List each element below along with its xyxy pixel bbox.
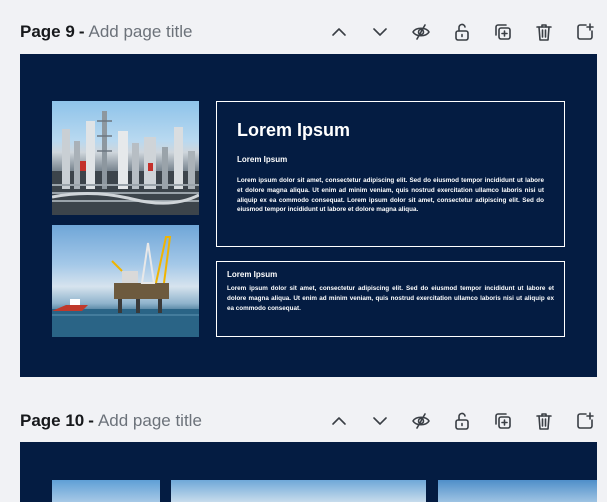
unlock-icon [454, 412, 469, 430]
page-9-number: Page 9 [20, 22, 75, 41]
duplicate-page-button[interactable] [482, 399, 523, 443]
move-page-down-button[interactable] [359, 399, 400, 443]
refinery-illustration [52, 111, 199, 215]
main-heading[interactable]: Lorem Ipsum [237, 120, 544, 141]
hide-page-button[interactable] [400, 399, 441, 443]
eye-hide-icon [411, 24, 430, 40]
delete-page-button[interactable] [523, 399, 564, 443]
chevron-up-icon [331, 28, 346, 36]
page-10-dash: - [88, 411, 94, 430]
page-9-dash: - [78, 22, 85, 41]
add-page-button[interactable] [564, 399, 605, 443]
delete-page-button[interactable] [523, 10, 564, 54]
page-10-photo-2[interactable] [171, 480, 426, 502]
chevron-up-icon [331, 417, 346, 425]
page-10-number: Page 10 [20, 411, 85, 430]
page-10-slide[interactable] [20, 442, 597, 502]
page-10-photo-3[interactable] [438, 480, 597, 502]
move-page-up-button[interactable] [318, 399, 359, 443]
main-text-box[interactable]: Lorem Ipsum Lorem Ipsum Lorem ipsum dolo… [216, 101, 565, 247]
hide-page-button[interactable] [400, 10, 441, 54]
eye-hide-icon [411, 413, 430, 429]
offshore-platform-illustration [52, 236, 199, 337]
main-subheading[interactable]: Lorem Ipsum [237, 155, 544, 164]
page-9-header: Page 9 - Add page title [0, 10, 607, 54]
page-9-title-input[interactable]: Add page title [88, 22, 192, 42]
page-9-title-row: Page 9 - Add page title [20, 22, 192, 42]
secondary-text-box[interactable]: Lorem Ipsum Lorem ipsum dolor sit amet, … [216, 261, 565, 337]
trash-icon [535, 413, 552, 430]
page-10-photo-1[interactable] [52, 480, 160, 502]
duplicate-icon [494, 413, 511, 429]
secondary-subheading[interactable]: Lorem Ipsum [227, 270, 554, 279]
move-page-up-button[interactable] [318, 10, 359, 54]
move-page-down-button[interactable] [359, 10, 400, 54]
unlock-icon [454, 23, 469, 41]
chevron-down-icon [372, 417, 387, 425]
add-page-icon [576, 23, 594, 40]
trash-icon [535, 24, 552, 41]
page-10-title-row: Page 10 - Add page title [20, 411, 202, 431]
page-9-slide[interactable]: Lorem Ipsum Lorem Ipsum Lorem ipsum dolo… [20, 54, 597, 377]
add-page-button[interactable] [564, 10, 605, 54]
secondary-body-text[interactable]: Lorem ipsum dolor sit amet, consectetur … [227, 284, 554, 313]
chevron-down-icon [372, 28, 387, 36]
add-page-icon [576, 412, 594, 429]
refinery-photo[interactable] [52, 101, 199, 215]
lock-page-button[interactable] [441, 399, 482, 443]
page-9-toolbar [318, 10, 605, 54]
lock-page-button[interactable] [441, 10, 482, 54]
page-10-toolbar [318, 399, 605, 443]
duplicate-page-button[interactable] [482, 10, 523, 54]
page-10-header: Page 10 - Add page title [0, 399, 607, 443]
page-10-title-input[interactable]: Add page title [98, 411, 202, 431]
main-body-text[interactable]: Lorem ipsum dolor sit amet, consectetur … [237, 176, 544, 215]
duplicate-icon [494, 24, 511, 40]
offshore-platform-photo[interactable] [52, 225, 199, 337]
